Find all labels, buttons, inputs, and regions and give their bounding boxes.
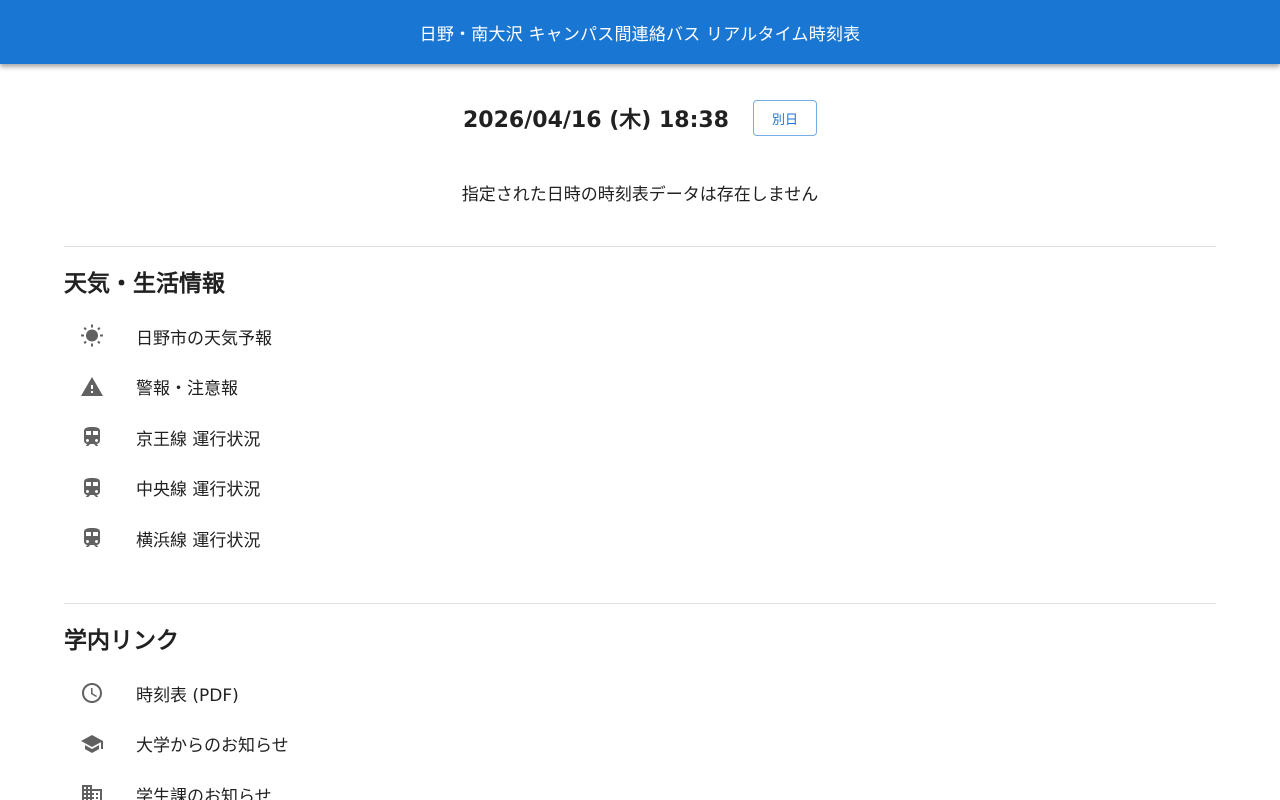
graduation-cap-icon	[64, 732, 120, 756]
keio-line-status-label: 京王線 運行状況	[136, 429, 261, 450]
campus-links-list: 時刻表 (PDF) 大学からのお知らせ 学生課のお知らせ	[64, 668, 1216, 800]
current-datetime: 2026/04/16 (木) 18:38	[463, 108, 729, 133]
building-icon	[64, 782, 120, 800]
yokohama-line-status-label: 横浜線 運行状況	[136, 530, 261, 551]
weather-links-list: 日野市の天気予報 警報・注意報 京王線 運行状況 中央線 運行状況 横浜線 運行…	[64, 311, 1216, 564]
university-news-label: 大学からのお知らせ	[136, 736, 289, 757]
weather-warnings-label: 警報・注意報	[136, 379, 238, 400]
campus-links-section-title: 学内リンク	[64, 628, 179, 654]
app-title: 日野・南大沢 キャンパス間連絡バス リアルタイム時刻表	[419, 24, 861, 45]
sun-icon	[64, 324, 120, 348]
app-bar: 日野・南大沢 キャンパス間連絡バス リアルタイム時刻表	[0, 0, 1280, 64]
warning-icon	[64, 375, 120, 399]
weather-section-title: 天気・生活情報	[64, 271, 225, 297]
clock-icon	[64, 681, 120, 705]
timetable-pdf-label: 時刻表 (PDF)	[136, 685, 239, 706]
yokohama-line-status-link[interactable]: 横浜線 運行状況	[64, 513, 1216, 564]
section-divider	[64, 603, 1216, 604]
student-affairs-news-link[interactable]: 学生課のお知らせ	[64, 769, 1216, 800]
train-icon	[64, 476, 120, 500]
weather-warnings-link[interactable]: 警報・注意報	[64, 362, 1216, 413]
chuo-line-status-link[interactable]: 中央線 運行状況	[64, 463, 1216, 514]
train-icon	[64, 526, 120, 550]
keio-line-status-link[interactable]: 京王線 運行状況	[64, 412, 1216, 463]
section-divider	[64, 246, 1216, 247]
weather-forecast-link[interactable]: 日野市の天気予報	[64, 311, 1216, 362]
weather-forecast-label: 日野市の天気予報	[136, 328, 272, 349]
student-affairs-news-label: 学生課のお知らせ	[136, 786, 272, 800]
chuo-line-status-label: 中央線 運行状況	[136, 480, 261, 501]
train-icon	[64, 425, 120, 449]
datetime-row: 2026/04/16 (木) 18:38 別日	[0, 100, 1280, 136]
timetable-pdf-link[interactable]: 時刻表 (PDF)	[64, 668, 1216, 719]
other-day-button[interactable]: 別日	[753, 100, 817, 136]
university-news-link[interactable]: 大学からのお知らせ	[64, 719, 1216, 770]
no-data-message: 指定された日時の時刻表データは存在しません	[461, 185, 819, 205]
